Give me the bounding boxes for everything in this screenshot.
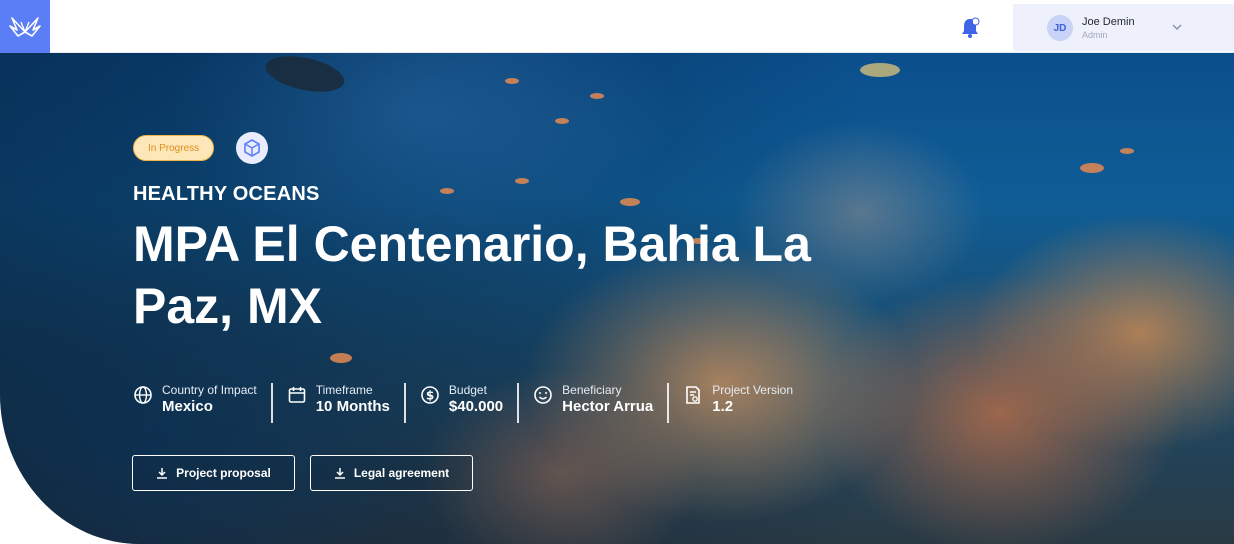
fact-version: Project Version 1.2 — [683, 383, 807, 423]
fact-value: Hector Arrua — [562, 398, 654, 415]
project-category: HEALTHY OCEANS — [133, 183, 320, 205]
fact-beneficiary: Beneficiary Hector Arrua — [533, 383, 670, 423]
project-facts: Country of Impact Mexico Timeframe 10 Mo… — [133, 383, 821, 423]
calendar-icon — [288, 387, 306, 403]
sdg-goal-icon[interactable] — [236, 132, 268, 164]
project-proposal-button[interactable]: Project proposal — [132, 455, 295, 491]
user-role: Admin — [1082, 30, 1108, 40]
fact-label: Timeframe — [315, 383, 373, 397]
svg-text:$: $ — [426, 389, 434, 403]
user-menu[interactable]: JD Joe Demin Admin — [1013, 4, 1234, 51]
fish-decoration — [1080, 163, 1104, 173]
fact-label: Country of Impact — [162, 383, 257, 397]
download-icon — [334, 468, 345, 479]
fish-decoration — [440, 188, 454, 194]
project-hero: In Progress HEALTHY OCEANS MPA El Centen… — [0, 53, 1234, 544]
top-bar: 0 JD Joe Demin Admin — [0, 0, 1234, 53]
smile-icon — [534, 386, 552, 404]
avatar: JD — [1047, 15, 1073, 41]
fact-value: Mexico — [162, 398, 213, 415]
fish-decoration — [620, 198, 640, 206]
fish-decoration — [505, 78, 519, 84]
project-title: MPA El Centenario, Bahia La Paz, MX — [133, 216, 811, 334]
button-label: Legal agreement — [353, 466, 450, 480]
fact-label: Project Version — [712, 383, 793, 397]
fact-value: $40.000 — [448, 398, 504, 415]
fish-decoration — [555, 118, 569, 124]
fish-decoration — [515, 178, 529, 184]
globe-icon — [134, 386, 152, 404]
user-name: Joe Demin — [1082, 16, 1135, 28]
fact-budget: $ Budget $40.000 — [420, 383, 520, 423]
dollar-icon: $ — [421, 386, 439, 404]
status-badge: In Progress — [133, 135, 215, 161]
fish-decoration — [330, 353, 352, 363]
notification-count: 0 — [969, 18, 974, 27]
cube-icon — [244, 139, 260, 157]
fact-value: 1.2 — [712, 398, 734, 415]
fact-country: Country of Impact Mexico — [133, 383, 273, 423]
chevron-down-icon[interactable] — [1171, 21, 1183, 33]
fact-label: Budget — [448, 383, 487, 397]
legal-agreement-button[interactable]: Legal agreement — [310, 455, 473, 491]
document-icon — [686, 386, 701, 404]
button-label: Project proposal — [176, 466, 271, 480]
app-logo[interactable] — [0, 0, 50, 53]
fish-decoration — [860, 63, 900, 77]
wings-logo-icon — [9, 16, 41, 37]
fact-value: 10 Months — [315, 398, 390, 415]
fish-decoration — [590, 93, 604, 99]
fact-label: Beneficiary — [562, 383, 622, 397]
download-icon — [157, 468, 168, 479]
fish-decoration — [1120, 148, 1134, 154]
fact-timeframe: Timeframe 10 Months — [287, 383, 406, 423]
